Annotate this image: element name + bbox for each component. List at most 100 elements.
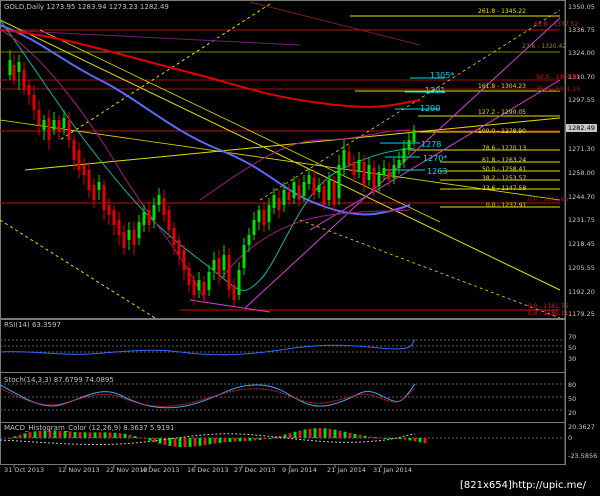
fib-label-red: 0.0 - 1180.11 [528, 310, 569, 317]
candle-body [302, 182, 306, 196]
macd-bar [398, 438, 402, 440]
rsi-level: 50 [568, 344, 577, 352]
candle-body [182, 250, 186, 270]
pivot-label: 1278 [421, 140, 442, 149]
candle-body [22, 70, 26, 90]
macd-bar [208, 438, 212, 445]
date-tick: 4 Dec 2013 [142, 466, 180, 474]
date-tick: 31 Jan 2014 [373, 466, 412, 474]
candle-body [347, 152, 351, 165]
candle-body [212, 260, 216, 270]
macd-bar [358, 434, 362, 438]
candle-body [357, 160, 361, 172]
macd-bar [198, 438, 202, 446]
fib-label: 127.2 - 1290.05 [478, 109, 526, 116]
candle-body [412, 130, 416, 142]
price-tick: 1179.25 [568, 310, 595, 318]
date-tick: 31 Oct 2013 [4, 466, 45, 474]
candle-body [82, 165, 86, 175]
macd-bar [288, 433, 292, 438]
macd-bar [403, 438, 407, 440]
candle-body [262, 210, 266, 225]
candle-body [297, 185, 301, 200]
macd-bar [113, 432, 117, 438]
candle-body [342, 150, 346, 168]
symbol-label: GOLD,Daily [4, 3, 45, 11]
macd-bar [143, 438, 147, 440]
candle-body [92, 185, 96, 200]
candle-body [192, 280, 196, 295]
channel-line [249, 1, 421, 46]
macd-bar [158, 438, 162, 444]
candle-body [167, 210, 171, 230]
candle-body [217, 258, 221, 275]
macd-bar [18, 434, 22, 438]
dashed-trendline [299, 219, 561, 319]
macd-bar [93, 432, 97, 438]
macd-bar [183, 438, 187, 448]
macd-bar [323, 428, 327, 438]
macd-bar [178, 438, 182, 448]
candle-body [222, 255, 226, 270]
stoch-level: 50 [568, 395, 577, 403]
macd-bar [263, 438, 267, 440]
candle-body [287, 192, 291, 200]
candle-body [377, 172, 381, 186]
macd-bar [8, 438, 12, 439]
candle-body [332, 182, 336, 205]
fib-label-red: 23.6 - 1320.42 [522, 43, 567, 50]
chart-canvas [0, 0, 566, 468]
candle-body [27, 85, 31, 95]
candle-body [77, 150, 81, 170]
date-tick: 16 Dec 2013 [187, 466, 229, 474]
candle-body [37, 110, 41, 125]
candle-body [317, 185, 321, 192]
macd-bar [223, 438, 227, 443]
macd-bar [328, 428, 332, 438]
pivot-label: 1270* [423, 154, 448, 163]
candle-body [107, 205, 111, 215]
macd-bar [368, 436, 372, 438]
candle-body [252, 220, 256, 235]
macd-bar [123, 433, 127, 438]
macd-bar [253, 438, 257, 441]
macd-bar [383, 437, 387, 439]
candle-body [132, 230, 136, 245]
rsi-label: RSI(14) 63.3597 [4, 321, 61, 329]
fib-label: 61.8 - 1263.24 [482, 157, 527, 164]
macd-bar [318, 428, 322, 438]
candle-body [162, 198, 166, 215]
candle-body [292, 182, 296, 198]
candle-body [67, 120, 71, 140]
candle-body [32, 95, 36, 110]
macd-signal [0, 433, 416, 446]
candle-body [97, 182, 101, 190]
fib-label-red: 0.0 - 1181.75 [528, 303, 569, 310]
macd-level: -23.5856 [568, 452, 598, 460]
macd-bar [248, 438, 252, 441]
pivot-label: 1290 [420, 104, 441, 113]
macd-bar [243, 438, 247, 442]
macd-bar [78, 432, 82, 438]
macd-bar [228, 438, 232, 442]
candle-body [147, 210, 151, 225]
macd-bar [83, 432, 87, 438]
macd-bar [418, 438, 422, 443]
macd-bar [348, 432, 352, 438]
macd-bar [103, 432, 107, 438]
macd-bar [343, 431, 347, 438]
ohlc-label: 1273.95 1283.94 1273.23 1282.49 [46, 3, 169, 11]
candle-body [382, 168, 386, 175]
ma-red [0, 29, 421, 108]
pivot-label: 1263 [427, 167, 448, 176]
macd-bar [413, 438, 417, 442]
price-tick: 1244.70 [568, 193, 595, 201]
macd-bar [308, 428, 312, 438]
candle-body [267, 205, 271, 222]
rsi-level: 30 [568, 355, 577, 363]
fib-label: 23.6 - 1247.58 [482, 185, 527, 192]
macd-bar [298, 430, 302, 438]
macd-level: 20.3627 [568, 423, 595, 431]
candle-body [197, 280, 201, 290]
candle-body [257, 210, 261, 222]
